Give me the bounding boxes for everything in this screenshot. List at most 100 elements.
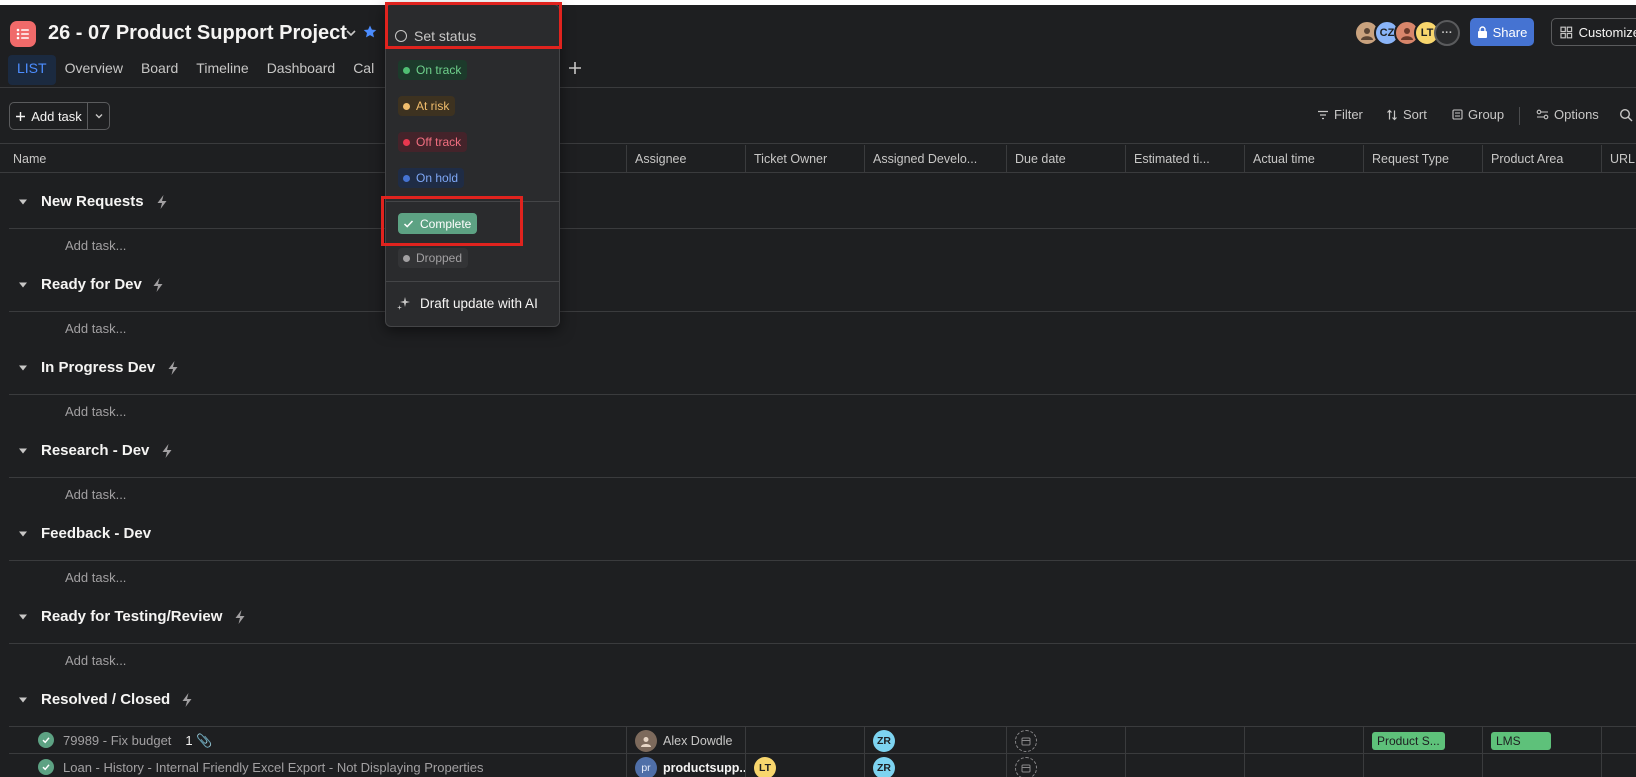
section-header[interactable]: Ready for Testing/Review <box>9 590 1636 644</box>
product-area-cell[interactable] <box>1482 754 1601 777</box>
column-header-actual-time[interactable]: Actual time <box>1244 145 1363 173</box>
group-button[interactable]: Group <box>1452 107 1504 122</box>
section-header[interactable]: New Requests <box>9 175 1636 229</box>
url-cell[interactable] <box>1601 727 1636 754</box>
search-icon[interactable] <box>1619 108 1633 122</box>
caret-down-icon[interactable] <box>18 363 28 373</box>
member-avatars[interactable]: CZ LT ··· <box>1354 20 1460 46</box>
tab-overview[interactable]: Overview <box>56 55 132 85</box>
estimated-time-cell[interactable] <box>1125 727 1244 754</box>
caret-down-icon[interactable] <box>18 446 28 456</box>
request-type-cell[interactable] <box>1363 754 1482 777</box>
status-badge: On track <box>398 60 468 80</box>
add-task-link[interactable]: Add task... <box>65 321 126 336</box>
more-members-icon[interactable]: ··· <box>1434 20 1460 46</box>
section-header[interactable]: In Progress Dev <box>9 341 1636 395</box>
lightning-icon[interactable] <box>151 277 165 293</box>
section-title[interactable]: Feedback - Dev <box>41 525 151 542</box>
completed-check-icon[interactable] <box>38 759 54 775</box>
section-title[interactable]: Ready for Testing/Review <box>41 608 222 625</box>
caret-down-icon[interactable] <box>18 529 28 539</box>
table-row[interactable]: Loan - History - Internal Friendly Excel… <box>9 753 1636 777</box>
section-title[interactable]: Research - Dev <box>41 442 149 459</box>
tab-timeline[interactable]: Timeline <box>187 55 257 85</box>
customize-button[interactable]: Customize <box>1551 18 1636 46</box>
tab-dashboard[interactable]: Dashboard <box>258 55 345 85</box>
options-button[interactable]: Options <box>1536 107 1599 122</box>
section-title[interactable]: New Requests <box>41 193 144 210</box>
page-title[interactable]: 26 - 07 Product Support Project <box>48 22 347 45</box>
column-header-due-date[interactable]: Due date <box>1006 145 1125 173</box>
column-header-ticket-owner[interactable]: Ticket Owner <box>745 145 864 173</box>
calendar-icon[interactable] <box>1015 756 1037 777</box>
add-task-button[interactable]: Add task <box>9 102 110 130</box>
column-header-url[interactable]: URL W <box>1601 145 1636 173</box>
add-task-link[interactable]: Add task... <box>65 238 126 253</box>
column-header-assignee[interactable]: Assignee <box>626 145 745 173</box>
caret-down-icon[interactable] <box>18 280 28 290</box>
status-option-on-track[interactable]: On track <box>398 60 468 80</box>
caret-down-icon[interactable] <box>18 612 28 622</box>
lightning-icon[interactable] <box>166 360 180 376</box>
status-option-on-hold[interactable]: On hold <box>398 168 465 188</box>
due-date-cell[interactable] <box>1006 727 1125 754</box>
add-task-main[interactable]: Add task <box>10 103 88 129</box>
add-task-link[interactable]: Add task... <box>65 404 126 419</box>
section-title[interactable]: Ready for Dev <box>41 276 142 293</box>
caret-down-icon[interactable] <box>18 695 28 705</box>
table-row[interactable]: 79989 - Fix budget 1 📎 Alex Dowdle ZR Pro… <box>9 726 1636 754</box>
add-task-link[interactable]: Add task... <box>65 570 126 585</box>
lightning-icon[interactable] <box>180 692 194 708</box>
add-task-link[interactable]: Add task... <box>65 653 126 668</box>
product-area-cell[interactable]: LMS <box>1482 727 1601 754</box>
star-icon[interactable] <box>362 24 378 40</box>
task-name[interactable]: 79989 - Fix budget 1 📎 <box>63 733 212 749</box>
caret-down-icon[interactable] <box>18 197 28 207</box>
status-option-at-risk[interactable]: At risk <box>398 96 456 116</box>
tab-calendar[interactable]: Cal <box>344 55 383 85</box>
due-date-cell[interactable] <box>1006 754 1125 777</box>
paperclip-icon: 📎 <box>196 733 213 748</box>
status-option-dropped[interactable]: Dropped <box>398 248 469 268</box>
column-header-assigned-developer[interactable]: Assigned Develo... <box>864 145 1006 173</box>
chevron-down-icon[interactable] <box>345 27 357 39</box>
section-header[interactable]: Resolved / Closed <box>9 673 1636 727</box>
calendar-icon[interactable] <box>1015 729 1037 752</box>
lightning-icon[interactable] <box>233 609 247 625</box>
assignee-cell[interactable]: Alex Dowdle <box>626 727 745 754</box>
tab-list[interactable]: LIST <box>8 55 56 85</box>
url-cell[interactable] <box>1601 754 1636 777</box>
ticket-owner-cell[interactable]: LT <box>745 754 864 777</box>
column-header-product-area[interactable]: Product Area <box>1482 145 1601 173</box>
assignee-cell[interactable]: pr productsupp... <box>626 754 745 777</box>
add-tab-icon[interactable] <box>567 60 583 76</box>
column-header-request-type[interactable]: Request Type <box>1363 145 1482 173</box>
sort-button[interactable]: Sort <box>1386 107 1427 122</box>
section-header[interactable]: Research - Dev <box>9 424 1636 478</box>
status-option-off-track[interactable]: Off track <box>398 132 468 152</box>
request-type-cell[interactable]: Product S... <box>1363 727 1482 754</box>
lightning-icon[interactable] <box>155 194 169 210</box>
section-header[interactable]: Ready for Dev <box>9 258 1636 312</box>
ticket-owner-cell[interactable] <box>745 727 864 754</box>
task-name[interactable]: Loan - History - Internal Friendly Excel… <box>63 760 484 775</box>
section-header[interactable]: Feedback - Dev <box>9 507 1636 561</box>
add-task-dropdown[interactable] <box>88 103 109 129</box>
draft-update-ai-button[interactable]: Draft update with AI <box>396 295 538 311</box>
developer-cell[interactable]: ZR <box>864 727 1006 754</box>
section-title[interactable]: In Progress Dev <box>41 359 155 376</box>
estimated-time-cell[interactable] <box>1125 754 1244 777</box>
column-header-estimated-time[interactable]: Estimated ti... <box>1125 145 1244 173</box>
developer-cell[interactable]: ZR <box>864 754 1006 777</box>
tab-board[interactable]: Board <box>132 55 187 85</box>
project-list-icon[interactable] <box>10 21 36 47</box>
sort-icon <box>1387 109 1397 120</box>
section-title[interactable]: Resolved / Closed <box>41 691 170 708</box>
lightning-icon[interactable] <box>160 443 174 459</box>
actual-time-cell[interactable] <box>1244 754 1363 777</box>
filter-button[interactable]: Filter <box>1317 107 1363 122</box>
completed-check-icon[interactable] <box>38 732 54 748</box>
add-task-link[interactable]: Add task... <box>65 487 126 502</box>
share-button[interactable]: Share <box>1470 18 1534 46</box>
actual-time-cell[interactable] <box>1244 727 1363 754</box>
